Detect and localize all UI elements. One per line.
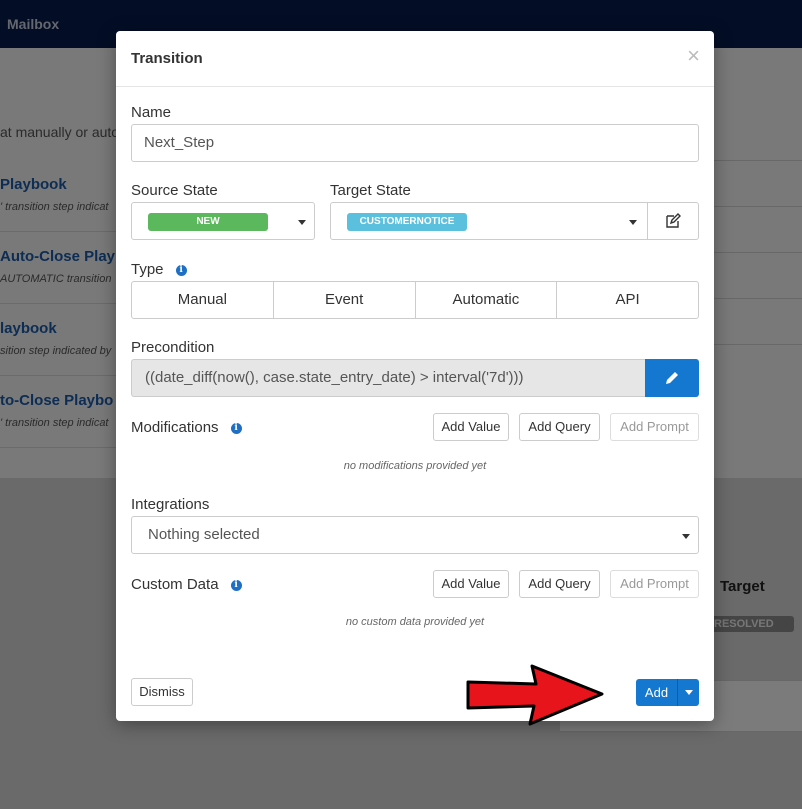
type-segmented-control: Manual Event Automatic API <box>131 281 699 319</box>
custom-data-add-query-button[interactable]: Add Query <box>519 570 600 598</box>
modifications-add-query-button[interactable]: Add Query <box>519 413 600 441</box>
add-options-toggle[interactable] <box>677 679 699 706</box>
custom-data-add-prompt-button[interactable]: Add Prompt <box>610 570 699 598</box>
transition-dialog: Transition × Name Next_Step Source State… <box>116 31 714 721</box>
dismiss-button[interactable]: Dismiss <box>131 678 193 706</box>
integrations-label: Integrations <box>131 496 210 513</box>
red-arrow-annotation <box>466 664 604 726</box>
chevron-down-icon <box>685 690 693 695</box>
precondition-label: Precondition <box>131 339 215 356</box>
close-icon[interactable]: × <box>687 45 700 67</box>
modifications-label: Modifications i <box>131 419 242 436</box>
type-option-manual[interactable]: Manual <box>132 282 274 318</box>
type-option-api[interactable]: API <box>557 282 698 318</box>
modal-header: Transition × <box>116 31 714 87</box>
precondition-group: ((date_diff(now(), case.state_entry_date… <box>131 359 699 397</box>
modifications-label-text: Modifications <box>131 419 219 436</box>
custom-data-add-value-button[interactable]: Add Value <box>433 570 509 598</box>
name-label: Name <box>131 104 172 121</box>
edit-icon <box>666 213 681 228</box>
integrations-select-value: Nothing selected <box>148 526 260 543</box>
edit-target-state-button[interactable] <box>647 202 699 240</box>
chevron-down-icon <box>629 220 637 225</box>
integrations-select[interactable]: Nothing selected <box>131 516 699 554</box>
target-state-select[interactable]: CUSTOMERNOTICE <box>330 202 648 240</box>
modifications-add-value-button[interactable]: Add Value <box>433 413 509 441</box>
precondition-field[interactable]: ((date_diff(now(), case.state_entry_date… <box>131 359 645 397</box>
info-icon: i <box>230 580 242 591</box>
pencil-icon <box>666 372 678 384</box>
info-icon: i <box>175 265 187 276</box>
add-button-group: Add <box>636 679 699 706</box>
custom-data-label: Custom Data i <box>131 576 242 593</box>
name-input-value: Next_Step <box>144 134 215 151</box>
edit-precondition-button[interactable] <box>645 359 699 397</box>
chevron-down-icon <box>298 220 306 225</box>
type-label: Type i <box>131 261 187 278</box>
source-state-select[interactable]: NEW <box>131 202 315 240</box>
type-option-automatic[interactable]: Automatic <box>416 282 558 318</box>
target-state-label: Target State <box>330 182 411 199</box>
info-icon: i <box>230 423 242 434</box>
type-label-text: Type <box>131 261 164 278</box>
custom-data-label-text: Custom Data <box>131 576 219 593</box>
custom-data-empty-note: no custom data provided yet <box>345 616 485 628</box>
name-input[interactable]: Next_Step <box>131 124 699 162</box>
chevron-down-icon <box>682 534 690 539</box>
target-state-badge: CUSTOMERNOTICE <box>347 213 467 231</box>
add-button[interactable]: Add <box>636 679 677 706</box>
modal-title: Transition <box>131 50 203 67</box>
type-option-event[interactable]: Event <box>274 282 416 318</box>
modifications-empty-note: no modifications provided yet <box>343 460 487 472</box>
source-state-label: Source State <box>131 182 218 199</box>
source-state-badge: NEW <box>148 213 268 231</box>
modifications-add-prompt-button[interactable]: Add Prompt <box>610 413 699 441</box>
